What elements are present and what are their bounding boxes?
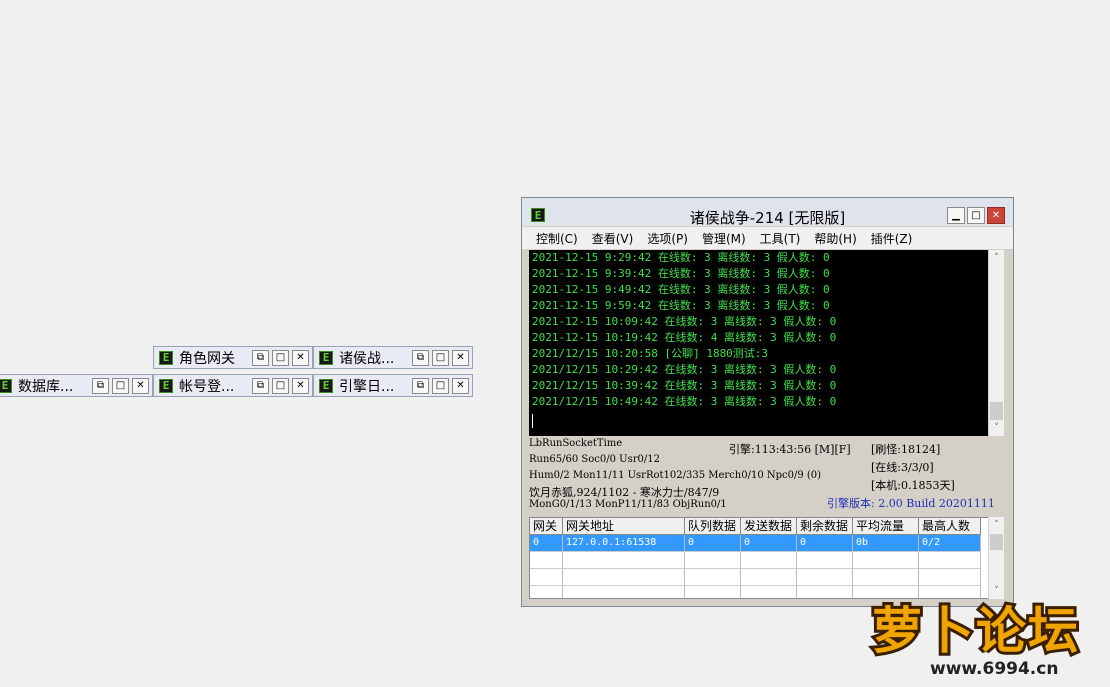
scroll-down-icon[interactable]: ˅ <box>989 420 1004 436</box>
mini-window-engine-log[interactable]: E 引擎日... ⧉ □ ✕ <box>313 374 473 397</box>
maximize-icon[interactable]: □ <box>112 377 129 394</box>
status-boss: 饮月赤狐,924/1102 - 寒冰力士/847/9 <box>529 486 720 499</box>
scroll-up-icon[interactable]: ˄ <box>989 517 1004 533</box>
log-line: 2021/12/15 10:20:58 [公聊] 1880测试:3 <box>532 347 769 360</box>
table-cell: 0 <box>797 535 853 552</box>
close-icon[interactable]: ✕ <box>132 377 149 394</box>
mini-window-role-gateway[interactable]: E 角色网关 ⧉ □ ✕ <box>153 346 313 369</box>
app-icon: E <box>159 378 173 393</box>
restore-icon[interactable]: ⧉ <box>252 377 269 394</box>
restore-icon[interactable]: ⧉ <box>92 377 109 394</box>
watermark-domain: www.6994.cn <box>930 659 1058 678</box>
table-scrollbar[interactable]: ˄ ˅ <box>988 517 1004 599</box>
scroll-up-icon[interactable]: ˄ <box>989 250 1004 266</box>
menu-view[interactable]: 查看(V) <box>592 230 634 247</box>
restore-icon[interactable]: ⧉ <box>412 377 429 394</box>
table-cell: 0 <box>741 535 797 552</box>
menu-help[interactable]: 帮助(H) <box>814 230 856 247</box>
close-icon[interactable]: ✕ <box>292 349 309 366</box>
app-icon: E <box>319 378 333 393</box>
close-icon[interactable]: ✕ <box>452 377 469 394</box>
log-line: 2021-12-15 9:49:42 在线数: 3 离线数: 3 假人数: 0 <box>532 283 830 296</box>
app-icon: E <box>319 350 333 365</box>
mini-window-title: 引擎日... <box>339 378 395 395</box>
log-line: 2021/12/15 10:49:42 在线数: 3 离线数: 3 假人数: 0 <box>532 395 837 408</box>
minimize-icon[interactable]: ▁ <box>947 207 965 224</box>
menu-plugins[interactable]: 插件(Z) <box>871 230 913 247</box>
column-header[interactable]: 发送数据 <box>741 518 797 535</box>
window-controls: ▁ □ ✕ <box>947 207 1007 224</box>
window-title: 诸侯战争-214 [无限版] <box>689 209 846 227</box>
app-icon: E <box>0 378 12 393</box>
table-header: 网关 网关地址 队列数据 发送数据 剩余数据 平均流量 最高人数 <box>530 518 999 535</box>
gateway-table: 网关 网关地址 队列数据 发送数据 剩余数据 平均流量 最高人数 0 127.0… <box>529 517 1000 599</box>
scroll-thumb[interactable] <box>990 402 1003 420</box>
maximize-icon[interactable]: □ <box>967 207 985 224</box>
status-run: Run65/60 Soc0/0 Usr0/12 <box>529 454 660 465</box>
table-cell: 0/2 <box>919 535 981 552</box>
log-line: 2021-12-15 9:29:42 在线数: 3 离线数: 3 假人数: 0 <box>532 251 830 264</box>
mini-window-database[interactable]: E 数据库... ⧉ □ ✕ <box>0 374 153 397</box>
scroll-thumb[interactable] <box>990 534 1003 550</box>
log-line: 2021/12/15 10:29:42 在线数: 3 离线数: 3 假人数: 0 <box>532 363 837 376</box>
table-row[interactable] <box>530 552 999 569</box>
mini-window-title: 帐号登... <box>179 378 235 395</box>
column-header[interactable]: 平均流量 <box>853 518 919 535</box>
status-mon: MonG0/1/13 MonP11/11/83 ObjRun0/1 <box>529 499 727 510</box>
watermark-logo: 萝卜论坛 www.6994.cn <box>862 588 1098 679</box>
maximize-icon[interactable]: □ <box>272 349 289 366</box>
column-header[interactable]: 网关 <box>530 518 563 535</box>
status-local: [本机:0.1853天] <box>871 479 955 492</box>
log-line: 2021-12-15 9:59:42 在线数: 3 离线数: 3 假人数: 0 <box>532 299 830 312</box>
table-cell: 0b <box>853 535 919 552</box>
menu-bar: 控制(C) 查看(V) 选项(P) 管理(M) 工具(T) 帮助(H) 插件(Z… <box>522 227 1013 249</box>
mini-window-title: 诸侯战... <box>339 350 395 367</box>
status-online: [在线:3/3/0] <box>871 461 934 474</box>
table-row[interactable]: 0 127.0.0.1:61538 0 0 0 0b 0/2 <box>530 535 999 552</box>
status-panel: LbRunSocketTime 引擎:113:43:56 [M][F] [刷怪:… <box>529 438 1009 514</box>
menu-options[interactable]: 选项(P) <box>647 230 688 247</box>
restore-icon[interactable]: ⧉ <box>252 349 269 366</box>
menu-manage[interactable]: 管理(M) <box>702 230 746 247</box>
watermark-brand: 萝卜论坛 <box>872 602 1080 660</box>
status-version: 引擎版本: 2.00 Build 20201111 <box>827 497 995 510</box>
column-header[interactable]: 网关地址 <box>563 518 685 535</box>
log-line: 2021-12-15 9:39:42 在线数: 3 离线数: 3 假人数: 0 <box>532 267 830 280</box>
console-scrollbar[interactable]: ˄ ˅ <box>988 250 1004 436</box>
maximize-icon[interactable]: □ <box>272 377 289 394</box>
status-engine-time: 引擎:113:43:56 [M][F] <box>729 443 851 456</box>
close-icon[interactable]: ✕ <box>987 207 1005 224</box>
column-header[interactable]: 队列数据 <box>685 518 741 535</box>
mini-window-account-login[interactable]: E 帐号登... ⧉ □ ✕ <box>153 374 313 397</box>
table-cell: 127.0.0.1:61538 <box>563 535 685 552</box>
mini-window-title: 角色网关 <box>179 350 235 367</box>
mini-window-game-server[interactable]: E 诸侯战... ⧉ □ ✕ <box>313 346 473 369</box>
title-bar[interactable]: E 诸侯战争-214 [无限版] ▁ □ ✕ <box>522 198 1013 227</box>
menu-tools[interactable]: 工具(T) <box>760 230 801 247</box>
log-line: 2021/12/15 10:39:42 在线数: 3 离线数: 3 假人数: 0 <box>532 379 837 392</box>
column-header[interactable]: 最高人数 <box>919 518 981 535</box>
menu-control[interactable]: 控制(C) <box>536 230 578 247</box>
status-hum: Hum0/2 Mon11/11 UsrRot102/335 Merch0/10 … <box>529 470 822 481</box>
restore-icon[interactable]: ⧉ <box>412 349 429 366</box>
log-line: 2021-12-15 10:09:42 在线数: 3 离线数: 3 假人数: 0 <box>532 315 837 328</box>
log-line: 2021-12-15 10:19:42 在线数: 4 离线数: 3 假人数: 0 <box>532 331 837 344</box>
maximize-icon[interactable]: □ <box>432 349 449 366</box>
table-cell: 0 <box>530 535 563 552</box>
text-cursor <box>532 414 533 428</box>
mini-window-title: 数据库... <box>18 378 74 395</box>
maximize-icon[interactable]: □ <box>432 377 449 394</box>
status-socket-time: LbRunSocketTime <box>529 438 623 449</box>
app-icon: E <box>159 350 173 365</box>
column-header[interactable]: 剩余数据 <box>797 518 853 535</box>
table-row[interactable] <box>530 569 999 586</box>
close-icon[interactable]: ✕ <box>292 377 309 394</box>
main-window: E 诸侯战争-214 [无限版] ▁ □ ✕ 控制(C) 查看(V) 选项(P)… <box>521 197 1014 607</box>
close-icon[interactable]: ✕ <box>452 349 469 366</box>
status-refresh: [刷怪:18124] <box>871 443 941 456</box>
log-console[interactable]: 2021-12-15 9:29:42 在线数: 3 离线数: 3 假人数: 0 … <box>529 250 1000 436</box>
table-cell: 0 <box>685 535 741 552</box>
